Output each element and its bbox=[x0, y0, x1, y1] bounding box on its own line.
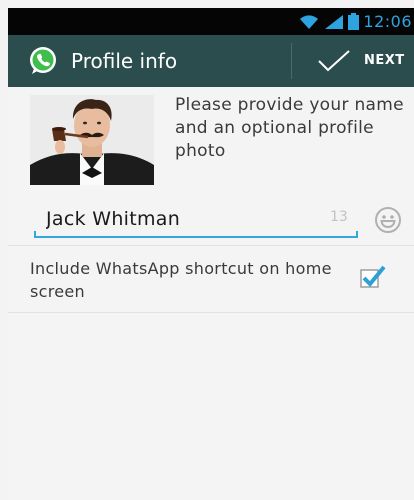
profile-photo[interactable] bbox=[30, 95, 154, 185]
name-input-underline bbox=[34, 231, 358, 238]
wifi-icon bbox=[300, 14, 319, 29]
action-divider bbox=[291, 43, 292, 79]
section-divider-bottom bbox=[8, 312, 414, 313]
whatsapp-icon[interactable] bbox=[27, 45, 59, 77]
status-time: 12:06 bbox=[363, 12, 412, 31]
page-title: Profile info bbox=[71, 49, 178, 73]
signal-icon bbox=[325, 14, 344, 29]
next-button[interactable]: NEXT bbox=[298, 35, 414, 87]
shortcut-checkbox[interactable] bbox=[360, 264, 386, 288]
action-bar: Profile info NEXT bbox=[8, 35, 414, 87]
next-label: NEXT bbox=[364, 53, 405, 68]
profile-prompt: Please provide your name and an optional… bbox=[175, 95, 404, 161]
status-bar: 12:06 bbox=[8, 8, 414, 35]
check-icon bbox=[318, 50, 350, 72]
name-input[interactable] bbox=[34, 202, 358, 236]
smiley-icon[interactable] bbox=[373, 205, 403, 235]
section-divider bbox=[8, 245, 414, 246]
char-counter: 13 bbox=[330, 209, 348, 225]
app-screen: 12:06 Profile info NEXT Please provide y… bbox=[8, 8, 414, 500]
battery-icon bbox=[348, 13, 360, 30]
shortcut-label: Include WhatsApp shortcut on home screen bbox=[30, 259, 332, 301]
